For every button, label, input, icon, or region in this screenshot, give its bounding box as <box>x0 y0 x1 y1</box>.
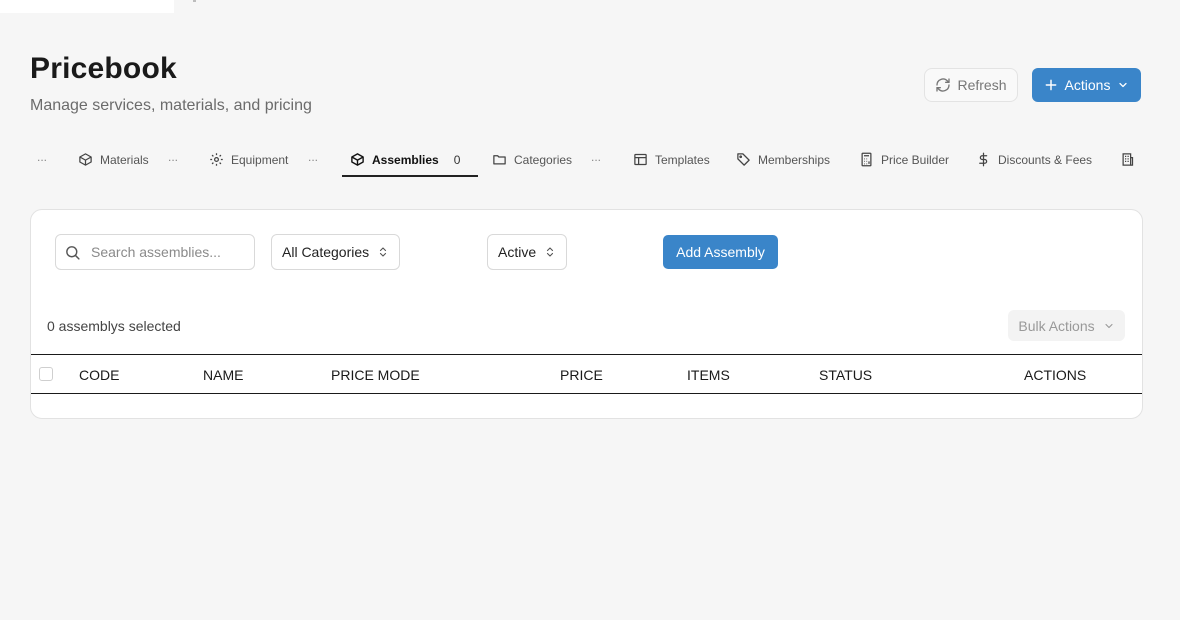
building-icon <box>1120 152 1135 167</box>
tab-label: Equipment <box>231 152 289 167</box>
tab-label: Discounts & Fees <box>998 152 1093 167</box>
tab-label: Materials <box>100 152 149 167</box>
tab-overflow-dots[interactable]: ... <box>308 150 318 164</box>
layout-icon <box>633 152 648 167</box>
tab-price-builder[interactable]: Price Builder <box>859 146 949 173</box>
chevron-up-down-icon <box>544 246 556 258</box>
tab-label: Memberships <box>758 152 831 167</box>
tab-overflow-dots[interactable]: ... <box>591 150 601 164</box>
tab-overflow-dots[interactable]: ... <box>168 150 178 164</box>
bulk-actions-label: Bulk Actions <box>1018 317 1095 334</box>
refresh-label: Refresh <box>957 77 1007 93</box>
column-header-price-mode[interactable]: PRICE MODE <box>331 367 420 383</box>
calculator-icon <box>859 152 874 167</box>
column-header-status[interactable]: STATUS <box>819 367 872 383</box>
actions-label: Actions <box>1064 77 1111 93</box>
tab-label: Price Builder <box>881 152 950 167</box>
tag-icon <box>736 152 751 167</box>
column-header-name[interactable]: NAME <box>203 367 243 383</box>
selection-count: 0 assemblys selected <box>47 318 181 334</box>
search-icon <box>64 244 81 261</box>
folder-icon <box>492 152 507 167</box>
tab-equipment[interactable]: Equipment <box>209 146 288 173</box>
chevron-down-icon <box>1117 79 1129 91</box>
dollar-icon <box>976 152 991 167</box>
page-title: Pricebook <box>30 52 177 85</box>
tab-label: Categories <box>514 152 573 167</box>
browser-tab-fragment <box>0 0 174 13</box>
status-select[interactable]: Active <box>487 234 568 270</box>
tab-label: Assemblies <box>372 152 439 167</box>
box-icon <box>78 152 93 167</box>
tab-templates[interactable]: Templates <box>633 146 710 173</box>
search-input[interactable] <box>89 243 253 261</box>
box-icon <box>350 152 365 167</box>
category-select[interactable]: All Categories <box>271 234 401 270</box>
active-tab-indicator <box>342 175 478 177</box>
tab-more-building[interactable] <box>1120 146 1135 173</box>
tab-count-badge: 0 <box>453 152 461 167</box>
refresh-icon <box>935 77 951 93</box>
add-assembly-button[interactable]: Add Assembly <box>663 235 778 269</box>
chevron-up-down-icon <box>377 246 389 258</box>
plus-icon <box>1044 78 1058 92</box>
tab-discounts-fees[interactable]: Discounts & Fees <box>976 146 1092 173</box>
top-fragment <box>193 0 196 2</box>
tab-materials[interactable]: Materials <box>78 146 149 173</box>
column-header-code[interactable]: CODE <box>79 367 119 383</box>
column-header-actions: ACTIONS <box>1024 367 1087 383</box>
search-box[interactable] <box>55 234 255 270</box>
tab-label: Templates <box>655 152 710 167</box>
actions-button[interactable]: Actions <box>1032 68 1141 102</box>
tab-overflow-dots[interactable]: ... <box>37 150 47 164</box>
refresh-button[interactable]: Refresh <box>924 68 1018 102</box>
tab-memberships[interactable]: Memberships <box>736 146 830 173</box>
tab-assemblies[interactable]: Assemblies 0 <box>350 146 460 173</box>
bulk-actions-button[interactable]: Bulk Actions <box>1008 310 1125 341</box>
gear-icon <box>209 152 224 167</box>
pricebook-tabs: ... Materials ... Equipment ... Assembli… <box>30 146 1160 180</box>
status-select-value: Active <box>498 244 537 260</box>
assemblies-panel: All Categories Active Add Assembly 0 ass… <box>30 209 1143 419</box>
column-header-items[interactable]: ITEMS <box>687 367 730 383</box>
chevron-down-icon <box>1103 320 1115 332</box>
select-all-checkbox[interactable] <box>39 367 53 381</box>
tab-categories[interactable]: Categories <box>492 146 572 173</box>
category-select-value: All Categories <box>282 244 370 260</box>
column-header-price[interactable]: PRICE <box>560 367 603 383</box>
page-subtitle: Manage services, materials, and pricing <box>30 97 312 114</box>
table-header: CODE NAME PRICE MODE PRICE ITEMS STATUS … <box>31 354 1142 394</box>
